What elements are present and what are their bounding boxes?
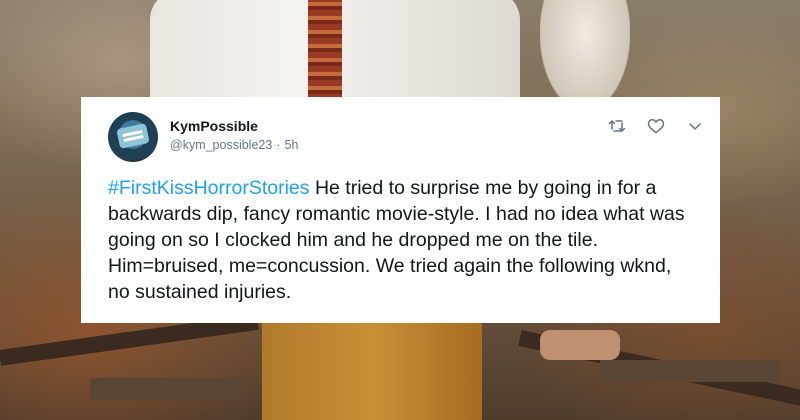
rail-sleeper: [90, 378, 240, 400]
avatar-badge-icon: [116, 123, 150, 149]
groom-trousers: [262, 320, 482, 420]
tweet-actions: [589, 115, 706, 137]
hashtag-link[interactable]: #FirstKissHorrorStories: [108, 177, 310, 199]
avatar[interactable]: [108, 112, 158, 162]
chevron-down-icon[interactable]: [684, 115, 706, 137]
bride-legs: [540, 330, 620, 360]
tweet-meta: @kym_possible23 · 5h: [170, 138, 298, 152]
rail-sleeper: [600, 360, 780, 382]
bride-figure: [540, 0, 630, 110]
tweet-text: #FirstKissHorrorStories He tried to surp…: [108, 175, 698, 305]
meta-separator: ·: [276, 138, 281, 152]
groom-tie: [308, 0, 342, 100]
handle[interactable]: @kym_possible23: [170, 138, 272, 152]
timestamp[interactable]: 5h: [285, 138, 299, 152]
tweet-card: KymPossible @kym_possible23 · 5h #FirstK…: [81, 97, 720, 323]
retweet-icon[interactable]: [606, 115, 628, 137]
display-name[interactable]: KymPossible: [170, 118, 258, 134]
like-icon[interactable]: [645, 115, 667, 137]
